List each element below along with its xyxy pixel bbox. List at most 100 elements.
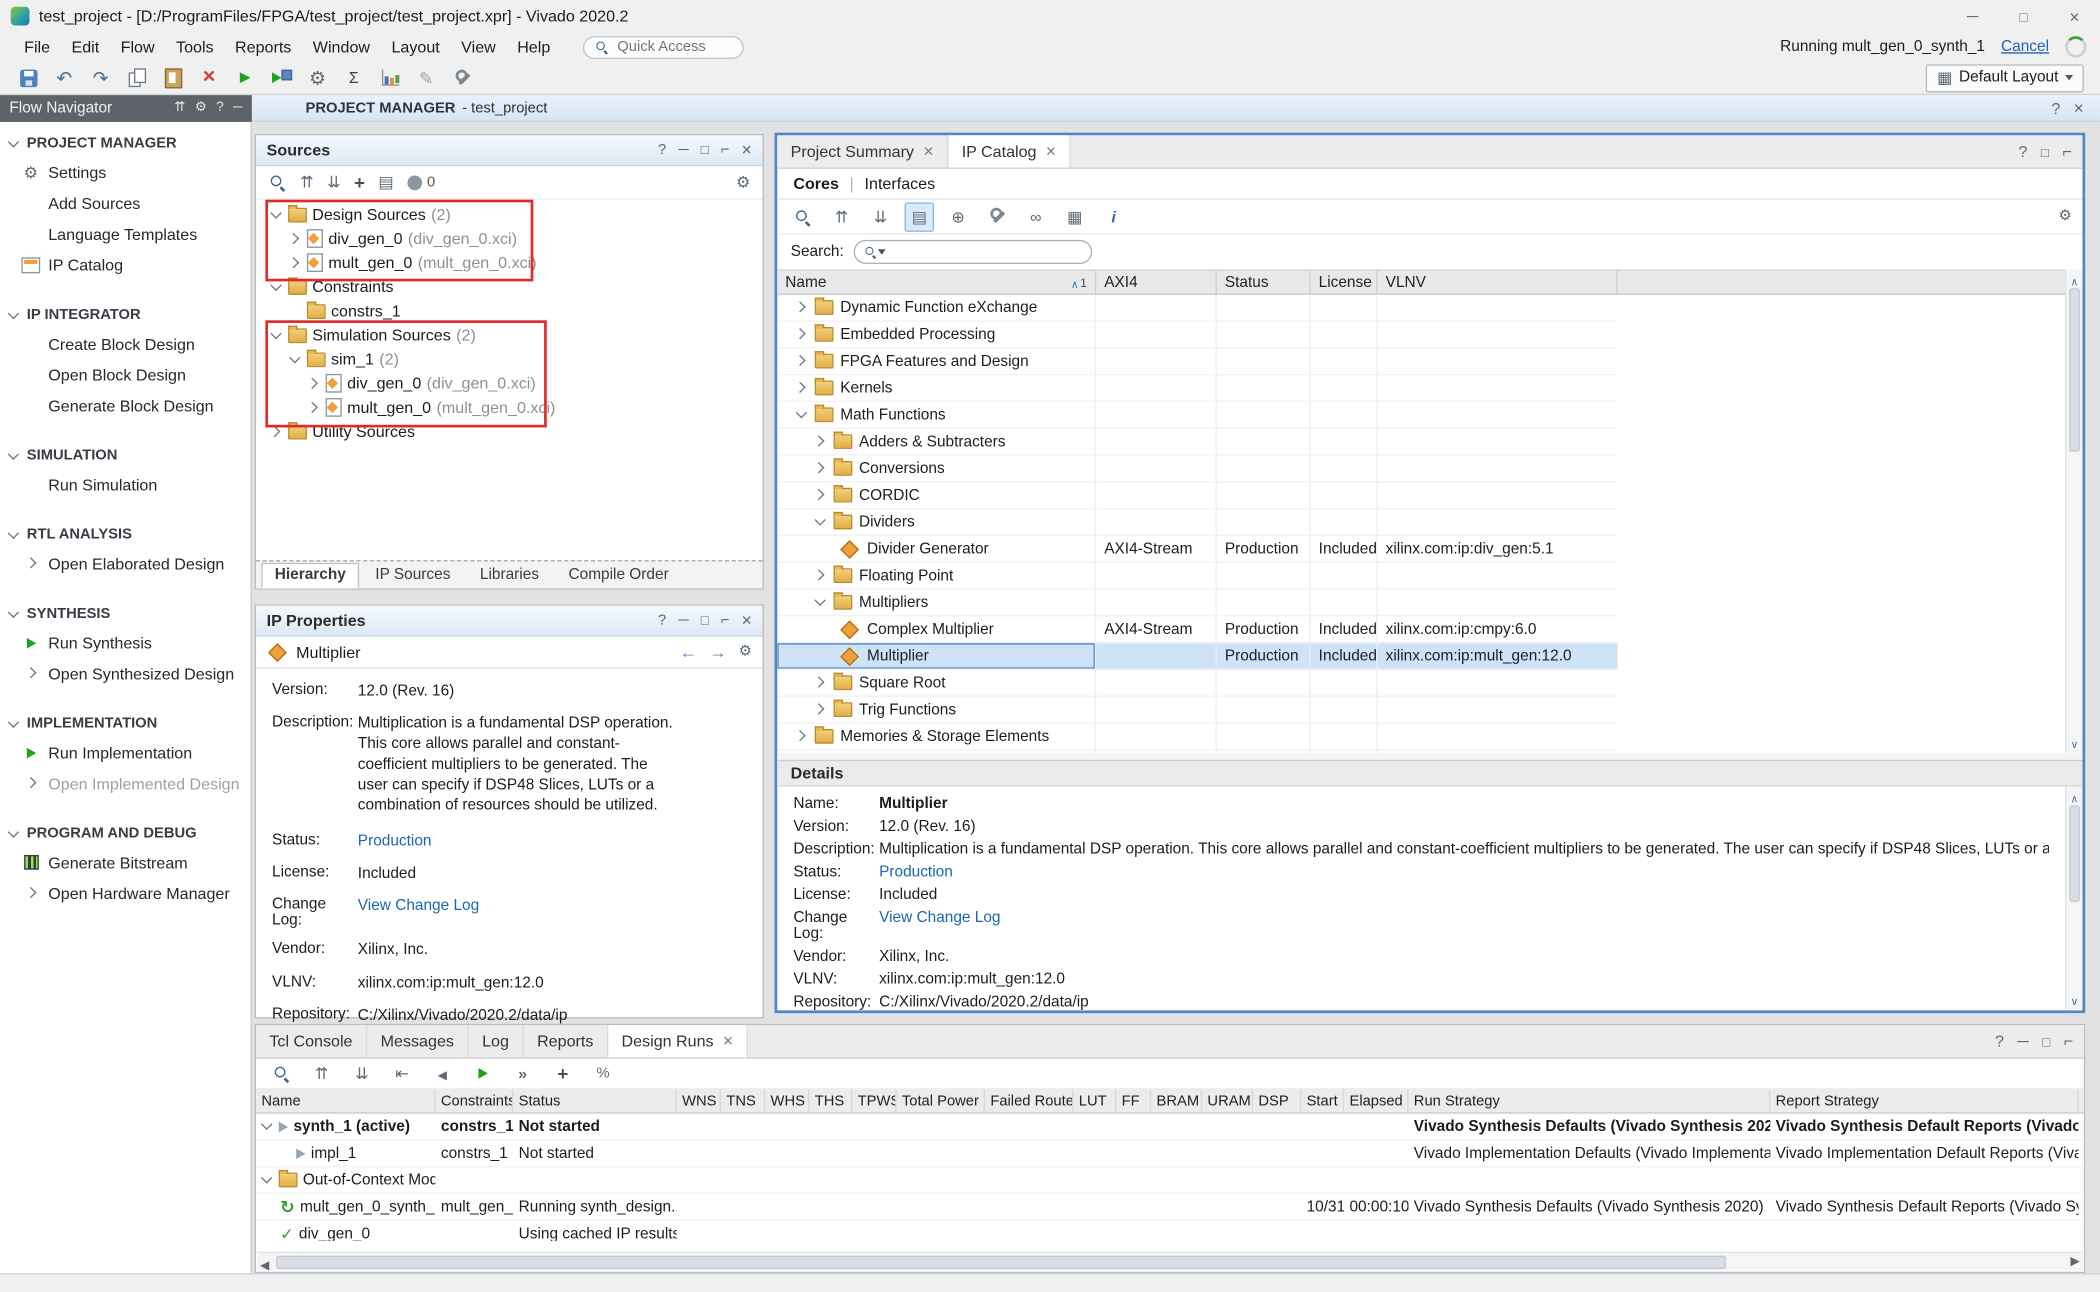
- catalog-row-dividers[interactable]: Dividers: [777, 509, 1617, 536]
- link-button[interactable]: [1021, 202, 1050, 231]
- expand-all-button[interactable]: [866, 202, 895, 231]
- group-by-button[interactable]: [943, 202, 972, 231]
- details-scrollbar[interactable]: [2065, 787, 2082, 1011]
- tree-item-constrs-1[interactable]: constrs_1: [257, 299, 761, 323]
- catalog-search-box[interactable]: [853, 240, 1092, 264]
- expand-all-button[interactable]: [347, 1058, 376, 1087]
- collapse-all-button[interactable]: [307, 1058, 336, 1087]
- close-icon[interactable]: [2074, 99, 2084, 116]
- scroll-up-icon[interactable]: [2066, 789, 2082, 805]
- gear-icon[interactable]: [195, 102, 207, 115]
- catalog-row[interactable]: Adders & Subtracters: [777, 429, 1617, 456]
- hierarchy-view-button[interactable]: [905, 202, 934, 231]
- menu-edit[interactable]: Edit: [61, 35, 110, 59]
- catalog-row-divider-generator[interactable]: Divider GeneratorAXI4-StreamProductionIn…: [777, 536, 1617, 563]
- chevron-right-icon[interactable]: [796, 382, 808, 394]
- tree-item-utility-sources[interactable]: Utility Sources: [257, 419, 761, 443]
- flow-item-open-implemented-design[interactable]: Open Implemented Design: [0, 768, 251, 799]
- chevron-down-icon[interactable]: [261, 1120, 273, 1132]
- column-header[interactable]: DSP: [1253, 1090, 1301, 1113]
- flow-section-header[interactable]: SIMULATION: [0, 442, 251, 469]
- close-button[interactable]: [2049, 0, 2100, 32]
- paste-button[interactable]: [161, 66, 185, 90]
- chevron-down-icon[interactable]: [815, 596, 827, 608]
- help-icon[interactable]: [216, 102, 223, 115]
- help-icon[interactable]: [2051, 100, 2060, 116]
- catalog-row[interactable]: Embedded Processing: [777, 322, 1617, 349]
- help-icon[interactable]: [658, 613, 666, 628]
- chevron-right-icon[interactable]: [815, 462, 827, 474]
- catalog-row-multipliers[interactable]: Multipliers: [777, 590, 1617, 617]
- column-header[interactable]: Report Strategy: [1770, 1090, 2078, 1113]
- help-icon[interactable]: [658, 143, 666, 158]
- search-button[interactable]: [788, 202, 817, 231]
- chevron-right-icon[interactable]: [27, 777, 39, 789]
- catalog-row[interactable]: Kernels: [777, 375, 1617, 402]
- subtab-cores[interactable]: Cores: [793, 174, 839, 193]
- collapse-all-icon[interactable]: [300, 174, 313, 190]
- float-icon[interactable]: [2062, 143, 2071, 159]
- chevron-right-icon[interactable]: [796, 355, 808, 367]
- tab-reports[interactable]: Reports: [524, 1025, 608, 1057]
- minimize-button[interactable]: [1947, 0, 1998, 32]
- maximize-icon[interactable]: [701, 613, 709, 628]
- scroll-down-icon[interactable]: [2066, 734, 2082, 750]
- float-icon[interactable]: [721, 143, 730, 158]
- minimize-icon[interactable]: [233, 102, 243, 115]
- tree-item-constraints[interactable]: Constraints: [257, 275, 761, 299]
- chevron-right-icon[interactable]: [27, 557, 39, 569]
- column-header[interactable]: Elapsed: [1344, 1090, 1408, 1113]
- menu-file[interactable]: File: [13, 35, 60, 59]
- run-report-button[interactable]: [269, 66, 293, 90]
- chevron-right-icon[interactable]: [796, 302, 808, 314]
- column-header[interactable]: THS: [809, 1090, 852, 1113]
- flow-item-settings[interactable]: Settings: [0, 157, 251, 188]
- chevron-down-icon[interactable]: [815, 516, 827, 528]
- tab-project-summary[interactable]: Project Summary: [777, 135, 948, 167]
- column-header[interactable]: Total Power: [897, 1090, 985, 1113]
- gear-icon[interactable]: [739, 645, 752, 660]
- catalog-row[interactable]: Floating Point: [777, 563, 1617, 590]
- chevron-right-icon[interactable]: [815, 677, 827, 689]
- percent-toggle-button[interactable]: [588, 1058, 617, 1087]
- column-header[interactable]: Failed Routes: [985, 1090, 1073, 1113]
- column-header[interactable]: Start: [1301, 1090, 1344, 1113]
- close-icon[interactable]: [742, 141, 752, 160]
- scrollbar-thumb[interactable]: [2069, 288, 2080, 451]
- delete-button[interactable]: [197, 66, 221, 90]
- catalog-row[interactable]: Dynamic Function eXchange: [777, 295, 1617, 322]
- catalog-row[interactable]: Square Root: [777, 670, 1617, 697]
- tab-log[interactable]: Log: [469, 1025, 524, 1057]
- chevron-right-icon[interactable]: [308, 401, 320, 413]
- tab-hierarchy[interactable]: Hierarchy: [261, 563, 359, 588]
- column-header[interactable]: BRAM: [1151, 1090, 1202, 1113]
- detail-status-link[interactable]: Production: [879, 864, 953, 880]
- flow-item-generate-bitstream[interactable]: Generate Bitstream: [0, 847, 251, 878]
- close-icon[interactable]: [723, 1032, 733, 1051]
- tab-messages[interactable]: Messages: [367, 1025, 468, 1057]
- package-button[interactable]: [1060, 202, 1089, 231]
- run-row-div-gen[interactable]: div_gen_0 Using cached IP results: [256, 1221, 2084, 1241]
- gear-icon[interactable]: [2059, 209, 2072, 224]
- quick-access-input[interactable]: [615, 38, 730, 57]
- save-button[interactable]: [16, 66, 40, 90]
- quick-access-search[interactable]: [582, 36, 743, 59]
- chevron-right-icon[interactable]: [27, 667, 39, 679]
- maximize-icon[interactable]: [2041, 143, 2049, 160]
- search-button[interactable]: [267, 1058, 296, 1087]
- minimize-icon[interactable]: [678, 143, 688, 158]
- scrollbar-thumb[interactable]: [2069, 805, 2080, 901]
- detail-change-log-link[interactable]: View Change Log: [879, 910, 1000, 942]
- chevron-down-icon[interactable]: [271, 208, 283, 220]
- filter-badge-icon[interactable]: [407, 175, 422, 190]
- chevron-down-icon[interactable]: [796, 409, 808, 421]
- chevron-right-icon[interactable]: [815, 489, 827, 501]
- copy-button[interactable]: [125, 66, 149, 90]
- flow-item-run-implementation[interactable]: Run Implementation: [0, 737, 251, 768]
- catalog-row[interactable]: Conversions: [777, 456, 1617, 483]
- chevron-right-icon[interactable]: [815, 704, 827, 716]
- chevron-down-icon[interactable]: [289, 353, 301, 365]
- tab-ip-sources[interactable]: IP Sources: [362, 563, 464, 588]
- column-header[interactable]: FF: [1116, 1090, 1151, 1113]
- catalog-row-math-functions[interactable]: Math Functions: [777, 402, 1617, 429]
